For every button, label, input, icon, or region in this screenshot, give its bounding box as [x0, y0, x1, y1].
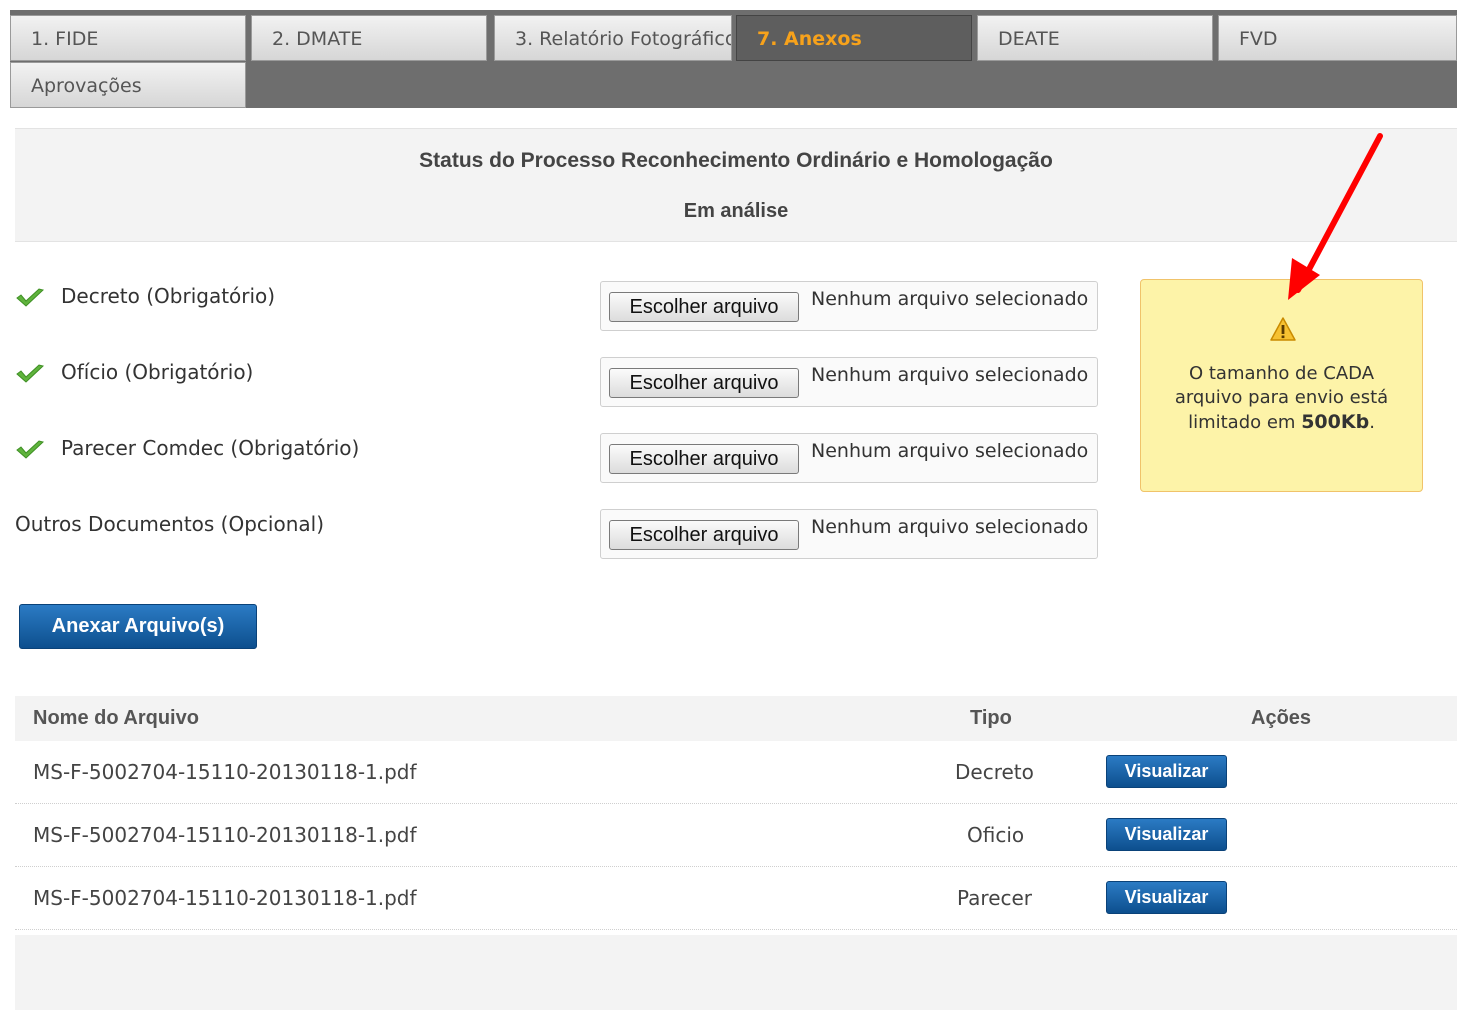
size-limit: 500Kb	[1301, 411, 1370, 433]
process-status-panel: Status do Processo Reconhecimento Ordiná…	[15, 128, 1457, 242]
document-row-outros: Outros Documentos (Opcional) Escolher ar…	[15, 509, 1105, 561]
warning-icon	[1270, 317, 1296, 341]
tab-fide[interactable]: 1. FIDE	[10, 15, 246, 61]
file-status: Nenhum arquivo selecionado	[811, 440, 1089, 462]
document-row-parecer: Parecer Comdec (Obrigatório) Escolher ar…	[15, 433, 1105, 485]
table-header: Nome do Arquivo Tipo Ações	[15, 696, 1457, 741]
tab-relatorio-fotografico[interactable]: 3. Relatório Fotográfico	[494, 15, 732, 61]
choose-file-button[interactable]: Escolher arquivo	[609, 444, 799, 474]
tab-bar: 1. FIDE 2. DMATE 3. Relatório Fotográfic…	[10, 10, 1457, 108]
column-header-actions: Ações	[1251, 707, 1312, 729]
document-row-decreto: Decreto (Obrigatório) Escolher arquivo N…	[15, 281, 1105, 333]
file-status: Nenhum arquivo selecionado	[811, 516, 1089, 538]
table-row: MS-F-5002704-15110-20130118-1.pdf Oficio…	[15, 804, 1457, 867]
check-icon	[16, 288, 45, 307]
file-name: MS-F-5002704-15110-20130118-1.pdf	[33, 823, 417, 847]
file-input-outros[interactable]: Escolher arquivo Nenhum arquivo selecion…	[600, 509, 1098, 559]
tab-fvd[interactable]: FVD	[1218, 15, 1457, 61]
file-input-decreto[interactable]: Escolher arquivo Nenhum arquivo selecion…	[600, 281, 1098, 331]
file-name: MS-F-5002704-15110-20130118-1.pdf	[33, 760, 417, 784]
file-size-warning: O tamanho de CADA arquivo para envio est…	[1140, 279, 1423, 492]
check-icon	[16, 440, 45, 459]
file-status: Nenhum arquivo selecionado	[811, 288, 1089, 310]
file-type: Parecer	[957, 886, 1033, 910]
file-name: MS-F-5002704-15110-20130118-1.pdf	[33, 886, 417, 910]
choose-file-button[interactable]: Escolher arquivo	[609, 368, 799, 398]
choose-file-button[interactable]: Escolher arquivo	[609, 520, 799, 550]
attach-files-button[interactable]: Anexar Arquivo(s)	[19, 604, 257, 649]
file-status: Nenhum arquivo selecionado	[811, 364, 1089, 386]
document-row-oficio: Ofício (Obrigatório) Escolher arquivo Ne…	[15, 357, 1105, 409]
status-value: Em análise	[683, 200, 789, 222]
file-input-oficio[interactable]: Escolher arquivo Nenhum arquivo selecion…	[600, 357, 1098, 407]
red-arrow-annotation	[1288, 133, 1383, 300]
document-label: Decreto (Obrigatório)	[61, 284, 276, 308]
tab-anexos[interactable]: 7. Anexos	[736, 15, 972, 61]
view-button[interactable]: Visualizar	[1106, 881, 1227, 914]
tab-dmate[interactable]: 2. DMATE	[251, 15, 487, 61]
attachments-table: Nome do Arquivo Tipo Ações MS-F-5002704-…	[15, 696, 1457, 930]
document-label: Ofício (Obrigatório)	[61, 360, 254, 384]
file-type: Decreto	[955, 760, 1034, 784]
choose-file-button[interactable]: Escolher arquivo	[609, 292, 799, 322]
column-header-name: Nome do Arquivo	[33, 707, 199, 729]
table-row: MS-F-5002704-15110-20130118-1.pdf Parece…	[15, 867, 1457, 930]
tab-aprovacoes[interactable]: Aprovações	[10, 62, 246, 108]
table-row: MS-F-5002704-15110-20130118-1.pdf Decret…	[15, 741, 1457, 804]
warning-text: O tamanho de CADA arquivo para envio est…	[1174, 363, 1389, 433]
document-label: Parecer Comdec (Obrigatório)	[61, 436, 360, 460]
tab-deate[interactable]: DEATE	[977, 15, 1213, 61]
check-icon	[16, 364, 45, 383]
table-footer-area	[15, 935, 1457, 1010]
view-button[interactable]: Visualizar	[1106, 818, 1227, 851]
column-header-type: Tipo	[970, 707, 1012, 729]
status-title: Status do Processo Reconhecimento Ordiná…	[419, 149, 1053, 172]
file-type: Oficio	[967, 823, 1025, 847]
document-label: Outros Documentos (Opcional)	[15, 512, 325, 536]
file-input-parecer[interactable]: Escolher arquivo Nenhum arquivo selecion…	[600, 433, 1098, 483]
view-button[interactable]: Visualizar	[1106, 755, 1227, 788]
